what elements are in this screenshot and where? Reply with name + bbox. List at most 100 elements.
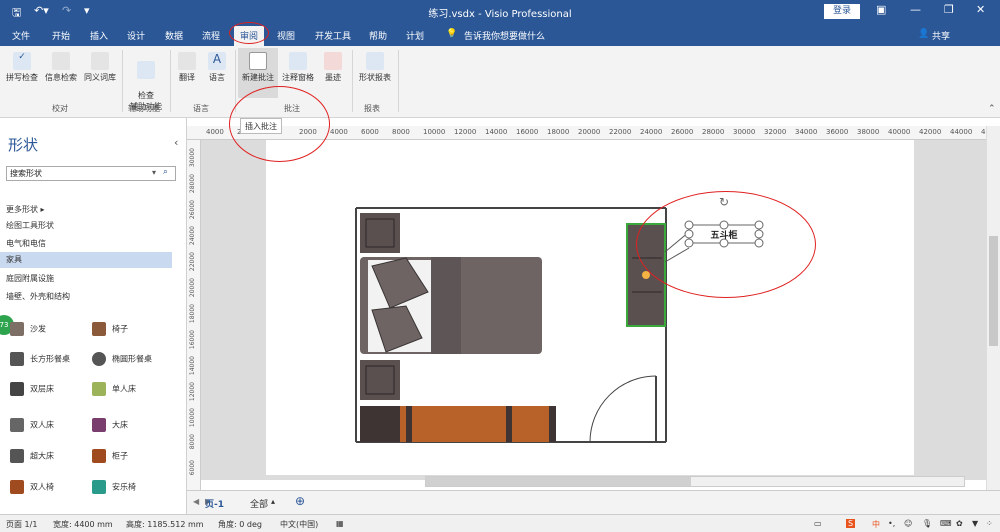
language-button[interactable]: A 语言	[203, 52, 231, 83]
shape-single-bed[interactable]: 单人床	[92, 382, 136, 396]
tell-me-search[interactable]: 告诉我你想要做什么	[464, 29, 545, 42]
ribbon-display-icon[interactable]: ▣	[876, 3, 886, 16]
fit-page-icon[interactable]: ▭	[814, 519, 822, 528]
tab-home[interactable]: 开始	[52, 29, 70, 42]
translate-icon	[178, 52, 196, 70]
accessibility-icon	[137, 61, 155, 79]
scroll-thumb[interactable]	[426, 477, 691, 486]
status-page[interactable]: 页面 1/1	[6, 519, 37, 530]
oval-table-icon	[92, 352, 106, 366]
shape-recliner[interactable]: 安乐椅	[92, 480, 136, 494]
shape-rect-table[interactable]: 长方形餐桌	[10, 352, 70, 366]
ruler-tick-label: 18000	[189, 304, 196, 324]
share-button[interactable]: 共享	[932, 29, 950, 42]
ruler-tick-label: 44000	[950, 128, 973, 136]
shape-cabinet[interactable]: 柜子	[92, 449, 128, 463]
tab-data[interactable]: 数据	[165, 29, 183, 42]
annotation-circle	[229, 22, 269, 44]
ruler-tick-label: 4000	[206, 128, 224, 136]
tab-process[interactable]: 流程	[202, 29, 220, 42]
tab-insert[interactable]: 插入	[90, 29, 108, 42]
cabinet-divider	[506, 406, 512, 442]
vertical-scrollbar[interactable]	[986, 126, 1000, 490]
drawing-page[interactable]: 五斗柜 ↻	[266, 140, 914, 475]
ruler-tick-label: 14000	[485, 128, 508, 136]
annotation-circle	[636, 191, 816, 298]
tab-plan[interactable]: 计划	[406, 29, 424, 42]
maximize-icon[interactable]: ❐	[944, 3, 954, 16]
cabinet-end	[360, 406, 400, 442]
status-language[interactable]: 中文(中国)	[280, 519, 318, 530]
collapse-panel-icon[interactable]: ‹	[174, 136, 178, 149]
ruler-tick-label: 30000	[733, 128, 756, 136]
more-shapes-menu[interactable]: 更多形状 ▸	[6, 204, 45, 215]
door-swing	[589, 375, 657, 443]
king-bed-icon	[10, 449, 24, 463]
ime-chinese-icon[interactable]: 中	[872, 519, 880, 530]
ink-button[interactable]: 墨迹	[318, 52, 348, 83]
tab-help[interactable]: 帮助	[369, 29, 387, 42]
search-icon[interactable]: ⌕	[163, 167, 168, 177]
drawing-canvas[interactable]: 五斗柜 ↻	[201, 140, 986, 480]
macro-icon[interactable]: ▦	[336, 519, 344, 528]
ime-skin-icon[interactable]: ✿	[956, 519, 963, 528]
new-comment-icon	[249, 52, 267, 70]
tab-design[interactable]: 设计	[127, 29, 145, 42]
queen-bed-icon	[92, 418, 106, 432]
minimize-icon[interactable]: —	[910, 3, 921, 16]
ruler-tick-label: 40000	[888, 128, 911, 136]
shape-king-bed[interactable]: 超大床	[10, 449, 54, 463]
tab-file[interactable]: 文件	[12, 29, 30, 42]
spellcheck-button[interactable]: ✓ 拼写检查	[4, 52, 40, 83]
category-electrical[interactable]: 电气和电信	[6, 238, 46, 249]
ime-grid-icon[interactable]: ⁘	[986, 519, 993, 528]
ruler-tick-label: 20000	[189, 278, 196, 298]
prev-page-icon[interactable]: ◀	[193, 497, 199, 506]
ruler-tick-label: 12000	[189, 382, 196, 402]
ime-punct-icon[interactable]: •,	[888, 519, 895, 528]
scroll-thumb[interactable]	[989, 236, 998, 346]
category-walls[interactable]: 墙壁、外壳和结构	[6, 291, 70, 302]
horizontal-scrollbar[interactable]	[425, 476, 965, 487]
tab-view[interactable]: 视图	[277, 29, 295, 42]
recliner-icon	[92, 480, 106, 494]
microphone-icon[interactable]: 🎙	[922, 519, 932, 528]
ruler-tick-label: 24000	[640, 128, 663, 136]
ruler-tick-label: 6000	[189, 460, 196, 476]
category-drawing-tools[interactable]: 绘图工具形状	[6, 220, 54, 231]
language-icon: A	[208, 52, 226, 70]
shape-queen-bed[interactable]: 大床	[92, 418, 128, 432]
spellcheck-icon: ✓	[13, 52, 31, 70]
ruler-tick-label: 22000	[189, 252, 196, 272]
comment-pane-button[interactable]: 注释窗格	[280, 52, 316, 83]
ruler-tick-label: 16000	[189, 330, 196, 350]
shapes-search-input[interactable]: 搜索形状	[6, 166, 176, 181]
vertical-ruler[interactable]: 30000 28000 26000 24000 22000 20000 18000 16000…	[187, 140, 201, 490]
shape-oval-table[interactable]: 椭圆形餐桌	[92, 352, 152, 366]
shape-bunk-bed[interactable]: 双层床	[10, 382, 54, 396]
all-pages-button[interactable]: 全部	[250, 497, 268, 510]
ime-tshirt-icon[interactable]: ▼	[972, 519, 978, 528]
shape-loveseat[interactable]: 双人椅	[10, 480, 54, 494]
ime-emoji-icon[interactable]: ☺	[904, 519, 912, 528]
research-icon	[52, 52, 70, 70]
chevron-down-icon[interactable]: ▾	[152, 168, 156, 177]
collapse-ribbon-icon[interactable]: ⌃	[988, 104, 996, 114]
category-furniture[interactable]: 家具	[0, 252, 172, 268]
login-button[interactable]: 登录	[824, 4, 860, 19]
thesaurus-button[interactable]: 同义词库	[81, 52, 119, 83]
ruler-tick-label: 6000	[361, 128, 379, 136]
add-page-icon[interactable]: ⊕	[295, 494, 305, 508]
shape-chair[interactable]: 椅子	[92, 322, 128, 336]
tab-developer[interactable]: 开发工具	[315, 29, 351, 42]
close-icon[interactable]: ✕	[976, 3, 985, 16]
shape-double-bed[interactable]: 双人床	[10, 418, 54, 432]
ime-logo-icon[interactable]: S	[846, 519, 856, 528]
page-tab-1[interactable]: 页-1	[205, 497, 224, 510]
shape-report-button[interactable]: 形状报表	[356, 52, 394, 83]
shape-sofa[interactable]: 沙发	[10, 322, 46, 336]
category-garden[interactable]: 庭园附属设施	[6, 273, 54, 284]
translate-button[interactable]: 翻译	[173, 52, 201, 83]
research-button[interactable]: 信息检索	[42, 52, 80, 83]
keyboard-icon[interactable]: ⌨	[940, 519, 952, 528]
